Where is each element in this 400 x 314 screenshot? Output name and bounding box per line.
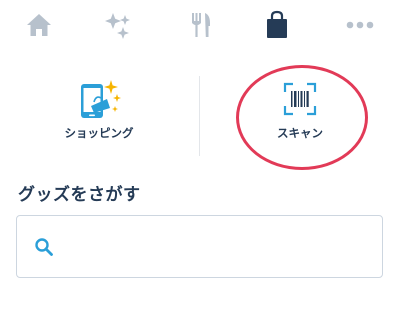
goods-search-heading: グッズをさがす xyxy=(18,185,141,205)
tab-dining[interactable] xyxy=(186,8,216,42)
highlight-circle xyxy=(236,65,368,170)
tab-home[interactable] xyxy=(24,8,54,42)
search-icon xyxy=(35,238,53,256)
shopping-label: ショッピング xyxy=(64,126,134,140)
more-dots-icon xyxy=(346,21,374,29)
shopping-button[interactable]: ショッピング xyxy=(0,64,200,164)
phone-shopping-icon xyxy=(81,80,121,118)
search-box[interactable] xyxy=(16,215,383,278)
tab-magic[interactable] xyxy=(104,8,134,42)
search-input[interactable] xyxy=(65,228,365,266)
fork-knife-icon xyxy=(192,13,210,37)
tab-more[interactable] xyxy=(345,8,375,42)
home-icon xyxy=(27,14,51,36)
tab-shop[interactable] xyxy=(262,8,292,42)
shopping-bag-icon xyxy=(267,10,287,38)
sparkle-stars-icon xyxy=(105,13,130,39)
tab-bar xyxy=(0,0,400,52)
